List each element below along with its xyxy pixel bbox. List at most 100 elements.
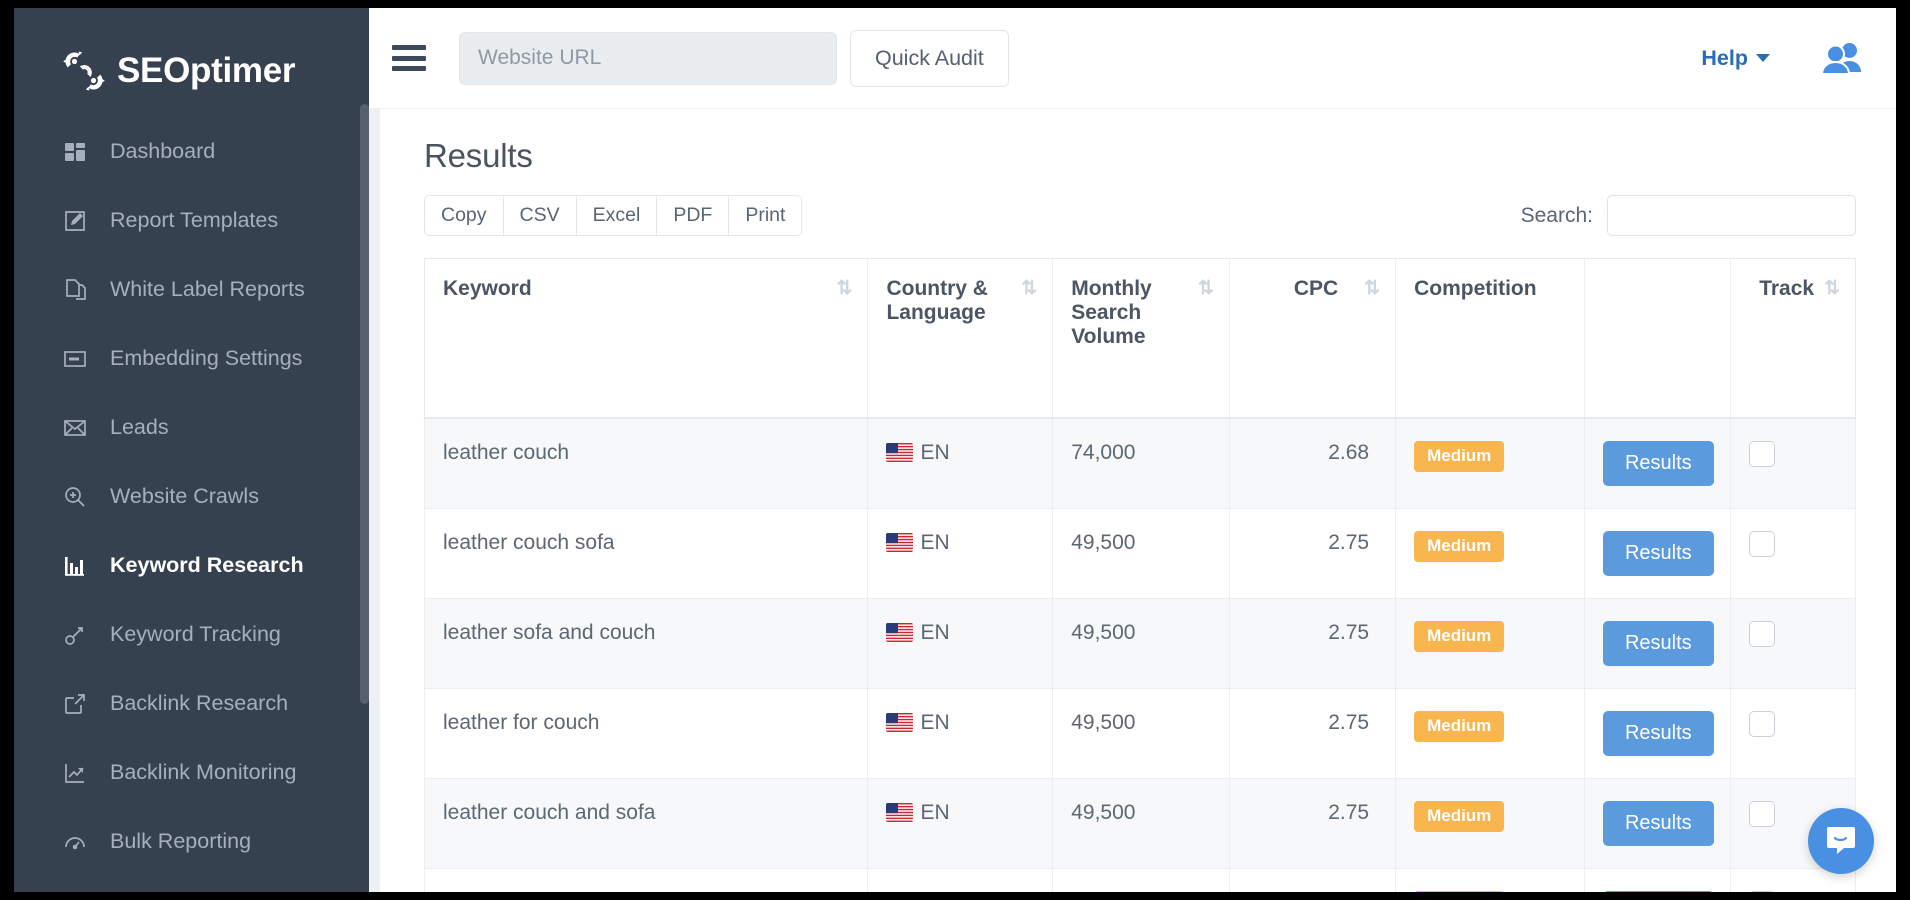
dashboard-grid-icon [62,139,88,165]
sidebar-item-leads[interactable]: Leads [14,393,369,462]
search-label: Search: [1521,204,1593,228]
track-checkbox[interactable] [1749,711,1775,737]
sidebar-item-report-templates[interactable]: Report Templates [14,186,369,255]
track-checkbox[interactable] [1749,441,1775,467]
sort-both-icon[interactable]: ⇅ [1021,277,1034,298]
language-code: EN [920,801,949,824]
sidebar-item-label: Leads [110,415,169,440]
us-flag-icon [886,803,913,822]
results-button[interactable]: Results [1603,801,1714,846]
cell-monthly-search-volume: 49,500 [1053,869,1230,893]
column-header-label: Competition [1414,277,1536,301]
gear-arrows-icon [61,48,107,94]
status-badge: Medium [1414,711,1504,742]
cell-country-language: EN [868,689,1053,779]
search-input[interactable] [1607,195,1856,236]
cell-actions: Results [1584,689,1730,779]
language-code: EN [920,621,949,644]
us-flag-icon [886,713,913,732]
sidebar-item-backlink-monitoring[interactable]: Backlink Monitoring [14,738,369,807]
table-row: leather sofa and couch EN 49,500 2.75 Me… [425,599,1856,689]
sidebar-item-bulk-reporting[interactable]: Bulk Reporting [14,807,369,876]
sidebar-item-backlink-research[interactable]: Backlink Research [14,669,369,738]
cell-cpc: 2.75 [1229,689,1395,779]
cell-competition: Medium [1396,509,1585,599]
users-avatar-icon[interactable] [1820,41,1864,75]
export-copy-button[interactable]: Copy [424,195,503,236]
quick-audit-button[interactable]: Quick Audit [850,30,1009,87]
top-bar-right: Help [1701,41,1864,75]
column-header-label: Track [1759,277,1814,301]
cell-keyword: leather couch and sofa [425,779,868,869]
website-url-input[interactable] [459,32,837,85]
cell-actions: Results [1584,418,1730,509]
export-print-button[interactable]: Print [728,195,802,236]
export-button-group: Copy CSV Excel PDF Print [424,195,802,236]
sidebar-item-label: Website Crawls [110,484,259,509]
envelope-icon [62,415,88,441]
track-checkbox[interactable] [1749,801,1775,827]
results-button[interactable]: Results [1603,891,1714,892]
sort-both-icon[interactable]: ⇅ [837,277,850,298]
column-header-cpc[interactable]: CPC ⇅ [1229,259,1395,419]
column-header-label: Keyword [443,277,532,301]
sidebar-item-dashboard[interactable]: Dashboard [14,117,369,186]
results-button[interactable]: Results [1603,441,1714,486]
chat-bubble-icon[interactable] [1808,808,1874,874]
table-row: leather couch EN 74,000 2.68 Medium Resu… [425,418,1856,509]
hamburger-icon[interactable] [392,45,426,71]
column-header-country-language[interactable]: Country & Language ⇅ [868,259,1053,419]
bar-chart-icon [62,553,88,579]
sidebar-scrollbar[interactable] [360,104,369,704]
column-header-keyword[interactable]: Keyword ⇅ [425,259,868,419]
results-button[interactable]: Results [1603,711,1714,756]
track-checkbox[interactable] [1749,531,1775,557]
sidebar-item-label: Embedding Settings [110,346,302,371]
cell-cpc: 2.75 [1229,869,1395,893]
table-row: sofa couch leather EN 49,500 2.75 Medium… [425,869,1856,893]
sidebar-nav: Dashboard Report Templates [14,104,369,876]
export-pdf-button[interactable]: PDF [656,195,728,236]
column-header-track[interactable]: Track ⇅ [1730,259,1855,419]
cell-cpc: 2.68 [1229,418,1395,509]
column-header-competition[interactable]: Competition [1396,259,1585,419]
cell-country-language: EN [868,869,1053,893]
cell-monthly-search-volume: 49,500 [1053,599,1230,689]
help-label: Help [1701,46,1748,71]
results-button[interactable]: Results [1603,621,1714,666]
sort-both-icon[interactable]: ⇅ [1824,277,1837,298]
sidebar-item-keyword-tracking[interactable]: Keyword Tracking [14,600,369,669]
external-link-icon [62,691,88,717]
sidebar-item-label: Keyword Research [110,553,304,578]
sort-both-icon[interactable]: ⇅ [1198,277,1211,298]
sidebar-item-white-label-reports[interactable]: White Label Reports [14,255,369,324]
table-search: Search: [1521,195,1856,236]
export-excel-button[interactable]: Excel [576,195,657,236]
sidebar-item-keyword-research[interactable]: Keyword Research [14,531,369,600]
gauge-icon [62,829,88,855]
cell-competition: Medium [1396,869,1585,893]
key-icon [62,622,88,648]
table-row: leather couch and sofa EN 49,500 2.75 Me… [425,779,1856,869]
track-checkbox[interactable] [1749,621,1775,647]
column-header-monthly-search-volume[interactable]: Monthly Search Volume ⇅ [1053,259,1230,419]
cell-country-language: EN [868,418,1053,509]
results-button[interactable]: Results [1603,531,1714,576]
help-dropdown[interactable]: Help [1701,46,1770,71]
sidebar-item-embedding-settings[interactable]: Embedding Settings [14,324,369,393]
export-csv-button[interactable]: CSV [503,195,576,236]
sidebar-item-label: Report Templates [110,208,278,233]
cell-keyword: leather for couch [425,689,868,779]
sort-both-icon[interactable]: ⇅ [1364,277,1377,298]
table-body: leather couch EN 74,000 2.68 Medium Resu… [425,418,1856,892]
language-code: EN [920,441,949,464]
cell-cpc: 2.75 [1229,509,1395,599]
app-logo[interactable]: SEOptimer [14,8,369,104]
sidebar-item-website-crawls[interactable]: Website Crawls [14,462,369,531]
cell-actions: Results [1584,599,1730,689]
us-flag-icon [886,443,913,462]
table-row: leather for couch EN 49,500 2.75 Medium … [425,689,1856,779]
sidebar-item-label: Keyword Tracking [110,622,281,647]
track-checkbox[interactable] [1749,891,1775,892]
table-row: leather couch sofa EN 49,500 2.75 Medium… [425,509,1856,599]
